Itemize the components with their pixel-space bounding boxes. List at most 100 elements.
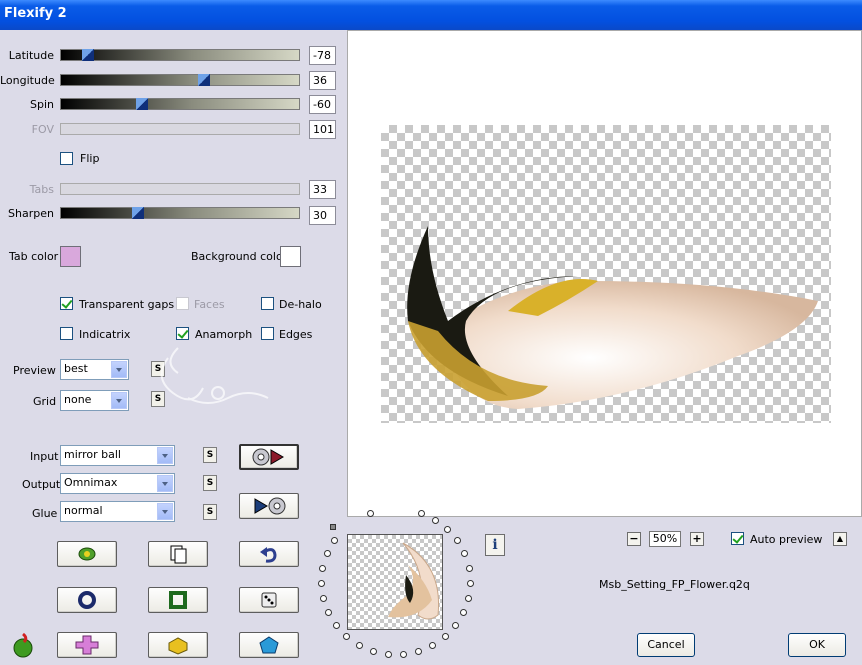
orbit-dot[interactable] (319, 564, 327, 572)
glue-select[interactable]: normal (60, 501, 175, 522)
orbit-dot[interactable] (465, 564, 473, 572)
arrow-disc-icon (254, 497, 286, 515)
latitude-value[interactable]: -78 (309, 46, 336, 65)
longitude-slider[interactable] (60, 74, 300, 86)
orbit-dot[interactable] (418, 509, 426, 517)
orbit-dot[interactable] (331, 537, 339, 545)
square-frame-button[interactable] (148, 587, 208, 613)
collapse-up-button[interactable]: ▲ (833, 532, 847, 546)
longitude-value[interactable]: 36 (309, 71, 336, 90)
output-s-button[interactable]: S (203, 475, 217, 491)
orbit-dot[interactable] (332, 622, 340, 630)
faces-checkbox (176, 297, 189, 310)
transparent-gaps-checkbox[interactable] (60, 297, 73, 310)
output-select[interactable]: Omnimax (60, 473, 175, 494)
spin-slider[interactable] (60, 98, 300, 110)
preview-canvas[interactable] (347, 30, 862, 517)
latitude-slider-thumb[interactable] (82, 49, 94, 61)
info-button[interactable]: i (485, 534, 505, 556)
orbit-dot[interactable] (461, 550, 469, 558)
disc-to-arrow-button[interactable] (239, 444, 299, 470)
dice-button[interactable] (239, 587, 299, 613)
ok-button[interactable]: OK (788, 633, 846, 657)
zoom-in-button[interactable]: + (690, 532, 704, 546)
preview-select[interactable]: best (60, 359, 129, 380)
cross-button[interactable] (57, 632, 117, 658)
orbit-dot[interactable] (319, 594, 327, 602)
orbit-dot[interactable] (431, 516, 439, 524)
longitude-label: Longitude (0, 74, 55, 87)
orbit-handle[interactable] (330, 524, 336, 530)
grid-select[interactable]: none (60, 390, 129, 411)
chevron-down-icon (111, 361, 127, 378)
background-color-swatch[interactable] (280, 246, 301, 267)
orbit-dot[interactable] (384, 651, 392, 659)
pentagon-button[interactable] (239, 632, 299, 658)
zoom-out-button[interactable]: − (627, 532, 641, 546)
flaming-pear-logo-icon (13, 632, 33, 658)
leaf-icon (78, 547, 96, 561)
orbit-dot[interactable] (452, 622, 460, 630)
fov-label: FOV (31, 123, 54, 136)
orbit-dot[interactable] (415, 648, 423, 656)
orbit-dot[interactable] (366, 509, 374, 517)
glue-select-value: normal (64, 504, 103, 517)
auto-preview-label: Auto preview (750, 533, 823, 546)
flip-label: Flip (80, 152, 100, 165)
thumbnail-petal (388, 542, 440, 620)
preview-select-value: best (64, 362, 88, 375)
orbit-dot[interactable] (400, 651, 408, 659)
orbit-dot[interactable] (441, 633, 449, 641)
tab-color-swatch[interactable] (60, 246, 81, 267)
orbit-dot[interactable] (369, 648, 377, 656)
spin-slider-thumb[interactable] (136, 98, 148, 110)
tabs-label: Tabs (29, 183, 54, 196)
sharpen-slider-thumb[interactable] (132, 207, 144, 219)
sharpen-label: Sharpen (8, 207, 54, 220)
auto-preview-checkbox[interactable] (731, 532, 744, 545)
spin-value[interactable]: -60 (309, 95, 336, 114)
input-s-button[interactable]: S (203, 447, 217, 463)
orbit-dot[interactable] (429, 641, 437, 649)
copy-button[interactable] (148, 541, 208, 567)
undo-arrow-icon (260, 547, 277, 563)
dice-icon (261, 592, 277, 608)
faces-label: Faces (194, 298, 225, 311)
orbit-dot[interactable] (318, 579, 326, 587)
flower-petal-render (407, 226, 818, 409)
indicatrix-checkbox[interactable] (60, 327, 73, 340)
orbit-dot[interactable] (465, 594, 473, 602)
latitude-slider[interactable] (60, 49, 300, 61)
de-halo-checkbox[interactable] (261, 297, 274, 310)
orbit-dot[interactable] (460, 609, 468, 617)
cancel-button[interactable]: Cancel (637, 633, 695, 657)
sharpen-slider[interactable] (60, 207, 300, 219)
undo-button[interactable] (239, 541, 299, 567)
orbit-dot[interactable] (453, 537, 461, 545)
sharpen-value[interactable]: 30 (309, 206, 336, 225)
orbit-dot[interactable] (443, 525, 451, 533)
orbit-dot[interactable] (323, 550, 331, 558)
randomize-leaf-button[interactable] (57, 541, 117, 567)
block-button[interactable] (148, 632, 208, 658)
arrow-to-disc-button[interactable] (239, 493, 299, 519)
square-frame-icon (169, 591, 187, 609)
background-color-label: Background color (191, 250, 288, 263)
orbit-dot[interactable] (466, 579, 474, 587)
pink-cross-icon (75, 635, 99, 655)
orbit-dot[interactable] (343, 633, 351, 641)
tabs-value: 33 (309, 180, 336, 199)
glue-s-button[interactable]: S (203, 504, 217, 520)
thumbnail-preview[interactable] (347, 534, 443, 630)
orbit-dot[interactable] (324, 609, 332, 617)
flip-checkbox[interactable] (60, 152, 73, 165)
latitude-label: Latitude (8, 49, 54, 62)
ring-button[interactable] (57, 587, 117, 613)
de-halo-label: De-halo (279, 298, 322, 311)
spin-label: Spin (30, 98, 54, 111)
chevron-down-icon (157, 447, 173, 464)
watermark-icon (160, 347, 269, 404)
input-select[interactable]: mirror ball (60, 445, 175, 466)
orbit-dot[interactable] (355, 641, 363, 649)
longitude-slider-thumb[interactable] (198, 74, 210, 86)
